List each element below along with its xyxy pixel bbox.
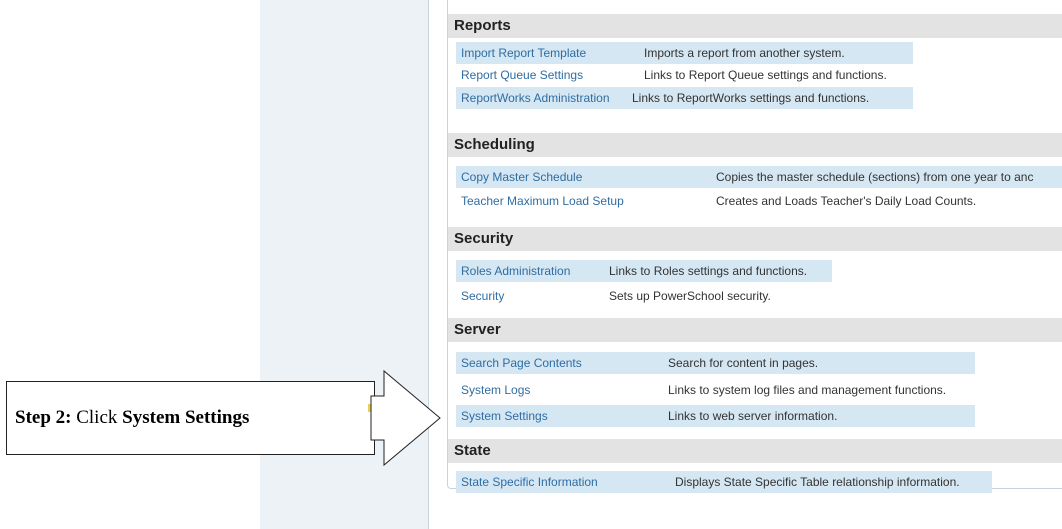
callout-arrow-icon <box>370 369 441 467</box>
